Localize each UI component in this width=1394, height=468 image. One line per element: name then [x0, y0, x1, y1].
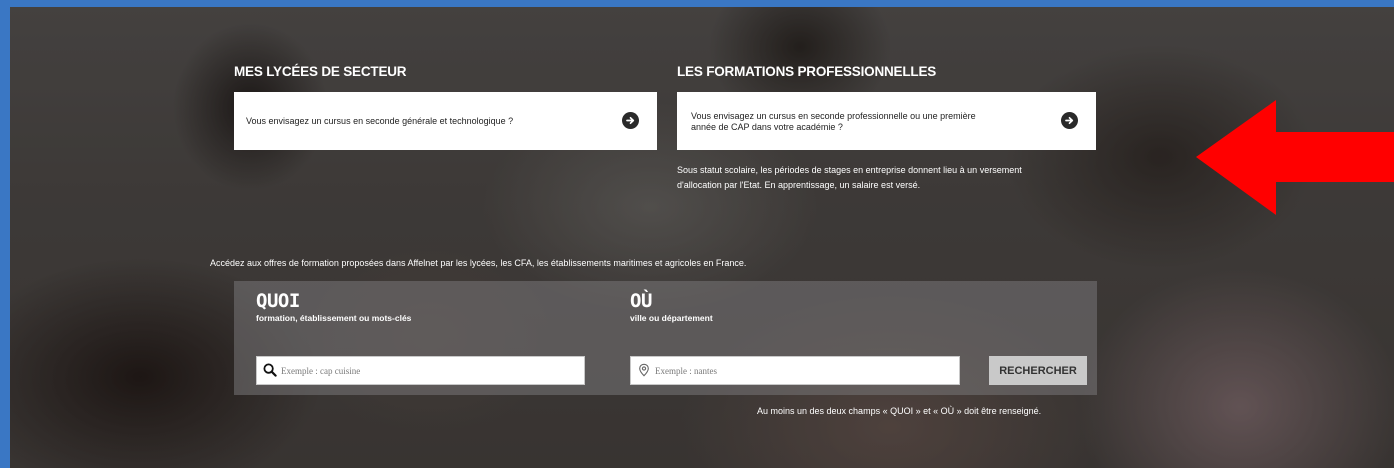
formations-note: Sous statut scolaire, les périodes de st…	[677, 163, 1022, 193]
secteur-card-text: Vous envisagez un cursus en seconde géné…	[246, 116, 514, 126]
formations-note-line1: Sous statut scolaire, les périodes de st…	[677, 165, 1022, 175]
search-intro: Accédez aux offres de formation proposée…	[210, 258, 747, 268]
formations-note-line2: d'allocation par l'Etat. En apprentissag…	[677, 180, 921, 190]
formations-card[interactable]: Vous envisagez un cursus en seconde prof…	[677, 92, 1096, 150]
location-pin-icon	[639, 363, 649, 377]
search-panel: QUOI formation, établissement ou mots-cl…	[234, 281, 1097, 395]
ou-title: OÙ	[630, 290, 652, 312]
secteur-heading: MES LYCÉES DE SECTEUR	[234, 64, 407, 79]
quoi-subtitle: formation, établissement ou mots-clés	[256, 313, 412, 323]
formations-card-text: Vous envisagez un cursus en seconde prof…	[691, 111, 976, 133]
search-button[interactable]: RECHERCHER	[989, 356, 1087, 385]
quoi-field[interactable]	[256, 356, 585, 385]
hero-background: MES LYCÉES DE SECTEUR Vous envisagez un …	[10, 7, 1394, 468]
quoi-title: QUOI	[256, 290, 300, 312]
formations-card-text-line1: Vous envisagez un cursus en seconde prof…	[691, 111, 976, 121]
formations-heading: LES FORMATIONS PROFESSIONNELLES	[677, 64, 937, 79]
formations-card-text-line2: année de CAP dans votre académie ?	[691, 122, 843, 132]
quoi-input[interactable]	[281, 357, 578, 384]
search-requirement-note: Au moins un des deux champs « QUOI » et …	[757, 406, 1042, 416]
secteur-card[interactable]: Vous envisagez un cursus en seconde géné…	[234, 92, 657, 150]
arrow-right-circle-icon[interactable]	[622, 112, 639, 129]
ou-field[interactable]	[630, 356, 960, 385]
search-icon	[263, 363, 277, 377]
red-arrow-left-icon	[1196, 100, 1394, 215]
arrow-right-circle-icon[interactable]	[1061, 112, 1078, 129]
ou-input[interactable]	[655, 357, 953, 384]
ou-subtitle: ville ou département	[630, 313, 713, 323]
